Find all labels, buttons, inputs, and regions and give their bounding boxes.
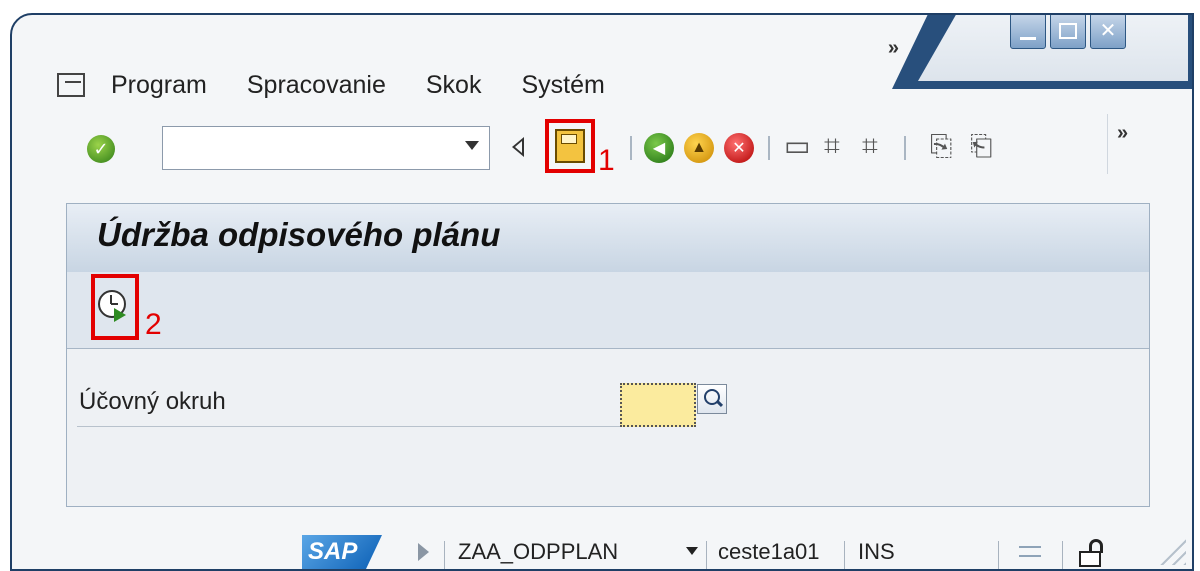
transaction-code[interactable]: ZAA_ODPPLAN xyxy=(458,539,618,565)
screen-title-bar: Údržba odpisového plánu xyxy=(67,204,1149,273)
company-code-input[interactable] xyxy=(620,383,696,427)
menu-program[interactable]: Program xyxy=(111,71,207,100)
title-tab: ✕ xyxy=(892,15,1192,89)
company-code-label: Účovný okruh xyxy=(79,388,226,415)
back-icon[interactable]: ◀ xyxy=(644,133,674,163)
connection-icon xyxy=(1015,541,1047,563)
status-expand-icon[interactable] xyxy=(418,543,429,561)
toolbar-more-icon[interactable]: » xyxy=(1117,122,1128,145)
menu-bar: Program Spracovanie Skok Systém xyxy=(57,65,605,105)
print-icon[interactable]: ▭ xyxy=(784,131,810,161)
find-icon[interactable]: ⌗ xyxy=(824,131,840,161)
menu-icon[interactable] xyxy=(57,73,85,97)
window-controls: ✕ xyxy=(1010,15,1126,49)
exit-icon[interactable]: ▲ xyxy=(684,133,714,163)
field-underline xyxy=(77,426,677,427)
search-help-button[interactable] xyxy=(697,384,727,414)
annotation-1: 1 xyxy=(598,144,615,177)
cancel-icon[interactable]: ✕ xyxy=(724,133,754,163)
sap-logo: SAP xyxy=(302,535,382,569)
close-button[interactable]: ✕ xyxy=(1090,15,1126,49)
maximize-button[interactable] xyxy=(1050,15,1086,49)
insert-mode[interactable]: INS xyxy=(858,539,895,565)
server-name: ceste1a01 xyxy=(718,539,820,564)
toolbar-divider xyxy=(768,136,770,160)
save-icon[interactable] xyxy=(555,129,585,163)
execute-icon[interactable] xyxy=(98,290,132,324)
standard-toolbar: ✓ 1 ◀ ▲ ✕ ▭ ⌗ ⌗ ⎘ ⎗ » xyxy=(12,114,1192,177)
window-more-icon[interactable]: » xyxy=(888,37,899,60)
menu-skok[interactable]: Skok xyxy=(426,71,482,100)
chevron-down-icon[interactable] xyxy=(686,547,698,555)
toolbar-divider xyxy=(904,136,906,160)
application-toolbar: 2 xyxy=(67,272,1149,349)
close-icon: ✕ xyxy=(1099,20,1117,42)
save-highlight xyxy=(545,119,595,173)
page-title: Údržba odpisového plánu xyxy=(97,216,501,253)
minimize-button[interactable] xyxy=(1010,15,1046,49)
collapse-arrow-icon[interactable] xyxy=(512,137,524,157)
command-field[interactable] xyxy=(162,126,490,170)
main-panel: Údržba odpisového plánu 2 Účovný okruh xyxy=(66,203,1150,507)
lock-icon[interactable] xyxy=(1079,539,1103,567)
toolbar-divider xyxy=(630,136,632,160)
first-page-icon[interactable]: ⎘ xyxy=(930,131,952,161)
annotation-2: 2 xyxy=(145,308,162,341)
status-bar: SAP ZAA_ODPPLAN ceste1a01 INS xyxy=(12,525,1192,569)
menu-system[interactable]: Systém xyxy=(521,71,604,100)
previous-page-icon[interactable]: ⎗ xyxy=(970,131,992,161)
resize-grip-icon[interactable] xyxy=(1152,531,1186,565)
execute-highlight xyxy=(91,274,139,340)
sap-window: ✕ » Program Spracovanie Skok Systém ✓ 1 … xyxy=(10,13,1194,571)
find-next-icon[interactable]: ⌗ xyxy=(862,131,878,161)
enter-check-icon[interactable]: ✓ xyxy=(87,135,115,163)
menu-spracovanie[interactable]: Spracovanie xyxy=(247,71,386,100)
chevron-down-icon[interactable] xyxy=(465,141,479,150)
